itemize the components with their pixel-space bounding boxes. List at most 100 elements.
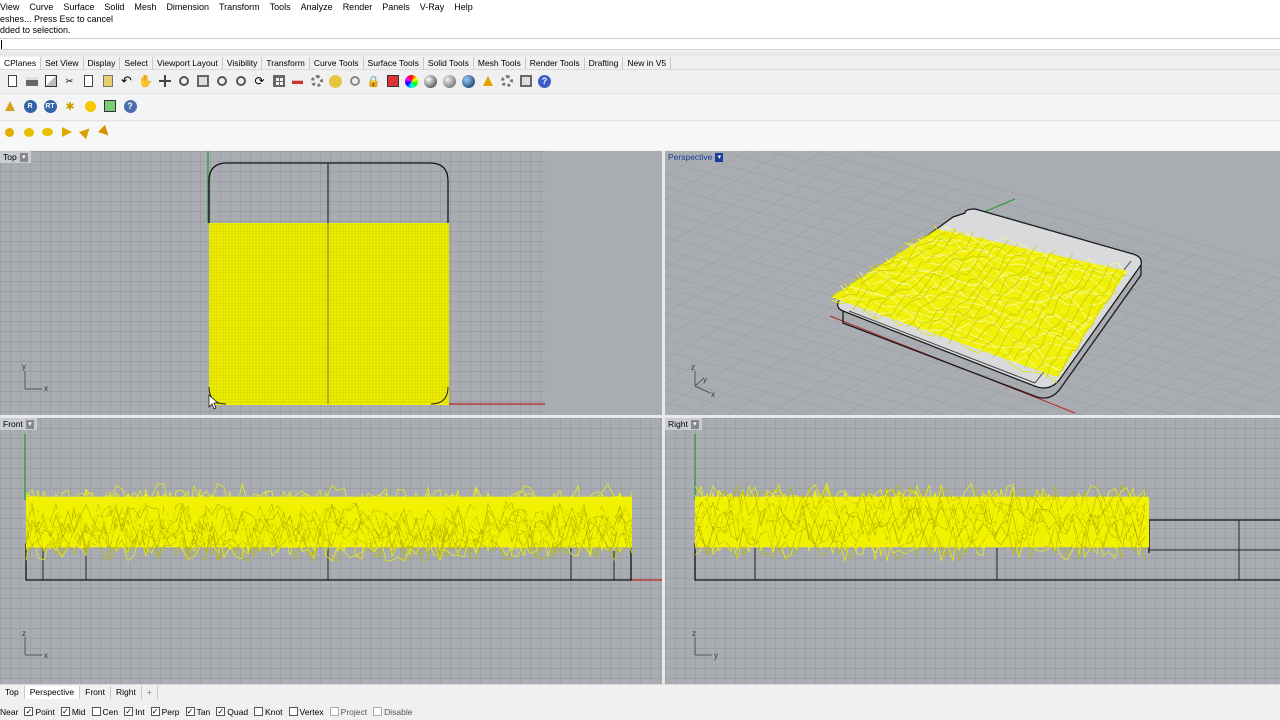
osnap-checkbox[interactable] <box>91 707 101 716</box>
print-button[interactable] <box>22 72 41 91</box>
menu-mesh[interactable]: Mesh <box>129 2 161 12</box>
osnap-mid[interactable]: ✓ Mid <box>60 707 86 717</box>
tab-viewport-layout[interactable]: Viewport Layout <box>153 56 223 69</box>
color-wheel-button[interactable] <box>402 72 421 91</box>
osnap-checkbox[interactable]: ✓ <box>60 707 70 716</box>
menu-render[interactable]: Render <box>338 2 378 12</box>
menu-tools[interactable]: Tools <box>265 2 296 12</box>
osnap-checkbox[interactable]: ✓ <box>24 707 34 716</box>
grid-button[interactable] <box>269 72 288 91</box>
cut-button[interactable]: ✂ <box>60 72 79 91</box>
viewport-label[interactable]: Right ▾ <box>665 418 702 430</box>
ortho-button[interactable] <box>100 97 120 116</box>
settings-button[interactable] <box>497 72 516 91</box>
zoom-in-button[interactable] <box>174 72 193 91</box>
menu-help[interactable]: Help <box>449 2 478 12</box>
tab-solid-tools[interactable]: Solid Tools <box>424 56 474 69</box>
bee-button[interactable]: ✱ <box>60 97 80 116</box>
tab-visibility[interactable]: Visibility <box>223 56 263 69</box>
osnap-cen[interactable]: Cen <box>91 707 118 717</box>
osnap-checkbox[interactable]: ✓ <box>216 707 226 716</box>
material-button[interactable] <box>383 72 402 91</box>
osnap-quad[interactable]: ✓ Quad <box>216 707 248 717</box>
help-button[interactable]: ? <box>535 72 554 91</box>
blue-sphere-button[interactable] <box>459 72 478 91</box>
viewport-label[interactable]: Top ▾ <box>0 151 31 163</box>
car-button[interactable]: ▬ <box>288 72 307 91</box>
add-viewport-button[interactable]: + <box>142 686 158 699</box>
menu-dimension[interactable]: Dimension <box>161 2 214 12</box>
command-input[interactable] <box>3 39 1273 49</box>
tab-new-in-v5[interactable]: New in V5 <box>623 56 672 69</box>
arrow-button[interactable] <box>478 72 497 91</box>
chevron-down-icon[interactable]: ▾ <box>715 152 724 162</box>
osnap-checkbox[interactable] <box>329 707 339 716</box>
sun-button[interactable] <box>80 97 100 116</box>
viewport-splitter[interactable] <box>0 415 1280 418</box>
render-sphere-button[interactable] <box>440 72 459 91</box>
osnap-checkbox[interactable] <box>373 707 383 716</box>
osnap-int[interactable]: ✓ Int <box>124 707 145 717</box>
menu-analyze[interactable]: Analyze <box>296 2 338 12</box>
osnap-knot[interactable]: Knot <box>254 707 283 717</box>
tab-select[interactable]: Select <box>120 56 154 69</box>
osnap-near[interactable]: Near <box>0 707 18 717</box>
menu-curve[interactable]: Curve <box>24 2 58 12</box>
yellow-ball-button[interactable] <box>0 124 19 140</box>
tab-cplanes[interactable]: CPlanes <box>0 56 42 69</box>
new-file-button[interactable] <box>3 72 22 91</box>
menu-surface[interactable]: Surface <box>58 2 99 12</box>
paste-button[interactable] <box>98 72 117 91</box>
osnap-checkbox[interactable] <box>254 707 264 716</box>
yellow-dome-button[interactable] <box>38 124 57 140</box>
osnap-project[interactable]: Project <box>329 707 367 717</box>
lock-button[interactable]: 🔒 <box>364 72 383 91</box>
move-button[interactable] <box>155 72 174 91</box>
zoom-extents-button[interactable] <box>212 72 231 91</box>
options-button[interactable] <box>516 72 535 91</box>
render-r-button[interactable]: R <box>20 97 40 116</box>
osnap-perp[interactable]: ✓ Perp <box>150 707 180 717</box>
viewport-top[interactable]: Top ▾ y x <box>0 151 662 415</box>
osnap-disable[interactable]: Disable <box>373 707 412 717</box>
snap-button[interactable] <box>307 72 326 91</box>
menu-transform[interactable]: Transform <box>214 2 265 12</box>
yellow-flag-button[interactable] <box>57 124 76 140</box>
rhino-logo-button[interactable] <box>0 97 20 116</box>
yellow-arrow-button[interactable] <box>95 124 114 140</box>
viewport-perspective[interactable]: Perspective ▾ z y x <box>665 151 1280 415</box>
chevron-down-icon[interactable]: ▾ <box>25 419 34 429</box>
pan-button[interactable]: ✋ <box>136 72 155 91</box>
chevron-down-icon[interactable]: ▾ <box>19 152 28 162</box>
new-object-button[interactable] <box>41 72 60 91</box>
tab-front[interactable]: Front <box>80 686 111 699</box>
yellow-half-button[interactable] <box>19 124 38 140</box>
viewport-label[interactable]: Perspective ▾ <box>665 151 727 163</box>
osnap-point[interactable]: ✓ Point <box>24 707 55 717</box>
menu-solid[interactable]: Solid <box>99 2 129 12</box>
osnap-checkbox[interactable]: ✓ <box>185 707 195 716</box>
light-button[interactable] <box>326 72 345 91</box>
chevron-down-icon[interactable]: ▾ <box>690 419 699 429</box>
yellow-pin-button[interactable] <box>76 124 95 140</box>
sphere-button[interactable] <box>421 72 440 91</box>
tab-curve-tools[interactable]: Curve Tools <box>310 56 364 69</box>
osnap-checkbox[interactable]: ✓ <box>124 707 134 716</box>
osnap-vertex[interactable]: Vertex <box>288 707 324 717</box>
menu-panels[interactable]: Panels <box>377 2 415 12</box>
tab-display[interactable]: Display <box>84 56 121 69</box>
zoom-selected-button[interactable] <box>231 72 250 91</box>
rotate-view-button[interactable]: ⟳ <box>250 72 269 91</box>
tab-perspective[interactable]: Perspective <box>24 686 81 699</box>
tab-surface-tools[interactable]: Surface Tools <box>364 56 424 69</box>
copy-button[interactable] <box>79 72 98 91</box>
tab-transform[interactable]: Transform <box>262 56 310 69</box>
zoom-window-button[interactable] <box>193 72 212 91</box>
menu-vray[interactable]: V-Ray <box>415 2 450 12</box>
target-button[interactable] <box>345 72 364 91</box>
menu-view[interactable]: View <box>0 2 24 12</box>
viewport-front[interactable]: Front ▾ z x <box>0 418 662 684</box>
osnap-checkbox[interactable] <box>288 707 298 716</box>
tab-render-tools[interactable]: Render Tools <box>526 56 585 69</box>
viewport-label[interactable]: Front ▾ <box>0 418 37 430</box>
